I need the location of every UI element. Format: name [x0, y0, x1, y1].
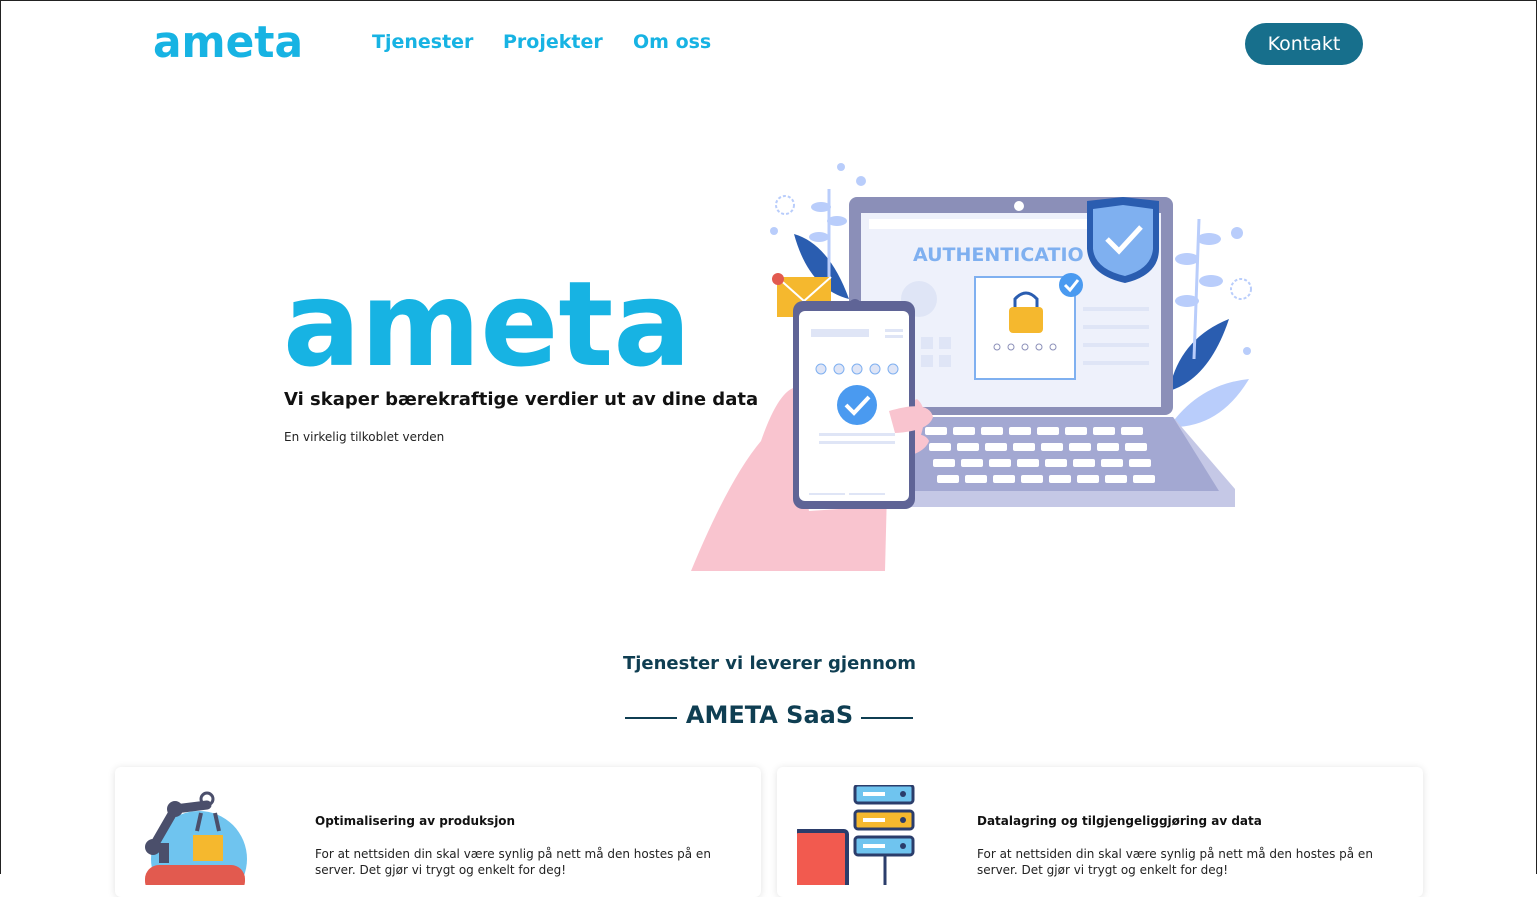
nav-tjenester[interactable]: Tjenester [372, 31, 473, 53]
service-card-production[interactable]: Optimalisering av produksjon For at nett… [115, 767, 761, 897]
card-title: Datalagring og tilgjengeliggjøring av da… [977, 814, 1262, 828]
server-stack-icon [797, 785, 915, 885]
authentication-illustration: AUTHENTICATIO [691, 163, 1252, 571]
svg-text:ameta: ameta [153, 17, 303, 65]
shield-icon [1087, 197, 1159, 283]
saas-title: AMETA SaaS [685, 701, 854, 729]
card-text: For at nettsiden din skal være synlig på… [315, 847, 711, 877]
card-text: For at nettsiden din skal være synlig på… [977, 847, 1373, 877]
contact-button[interactable]: Kontakt [1245, 23, 1363, 65]
hero-tagline: Vi skaper bærekraftige verdier ut av din… [284, 389, 759, 410]
svg-text:ameta: ameta [283, 275, 691, 375]
phone [793, 299, 915, 509]
services-lead: Tjenester vi leverer gjennom [622, 653, 917, 674]
robot-arm-icon [145, 791, 247, 885]
hero-logo: ameta [283, 275, 691, 375]
svg-text:AUTHENTICATIO: AUTHENTICATIO [913, 244, 1084, 266]
card-title: Optimalisering av produksjon [315, 814, 516, 828]
leaf-decoration-right [1169, 218, 1252, 428]
service-card-storage[interactable]: Datalagring og tilgjengeliggjøring av da… [777, 767, 1423, 897]
title-divider-right [861, 717, 913, 719]
nav-om-oss[interactable]: Om oss [633, 31, 711, 53]
ameta-logo[interactable]: ameta [153, 17, 305, 65]
nav-projekter[interactable]: Projekter [503, 31, 603, 53]
hero-subtitle: En virkelig tilkoblet verden [284, 430, 445, 444]
